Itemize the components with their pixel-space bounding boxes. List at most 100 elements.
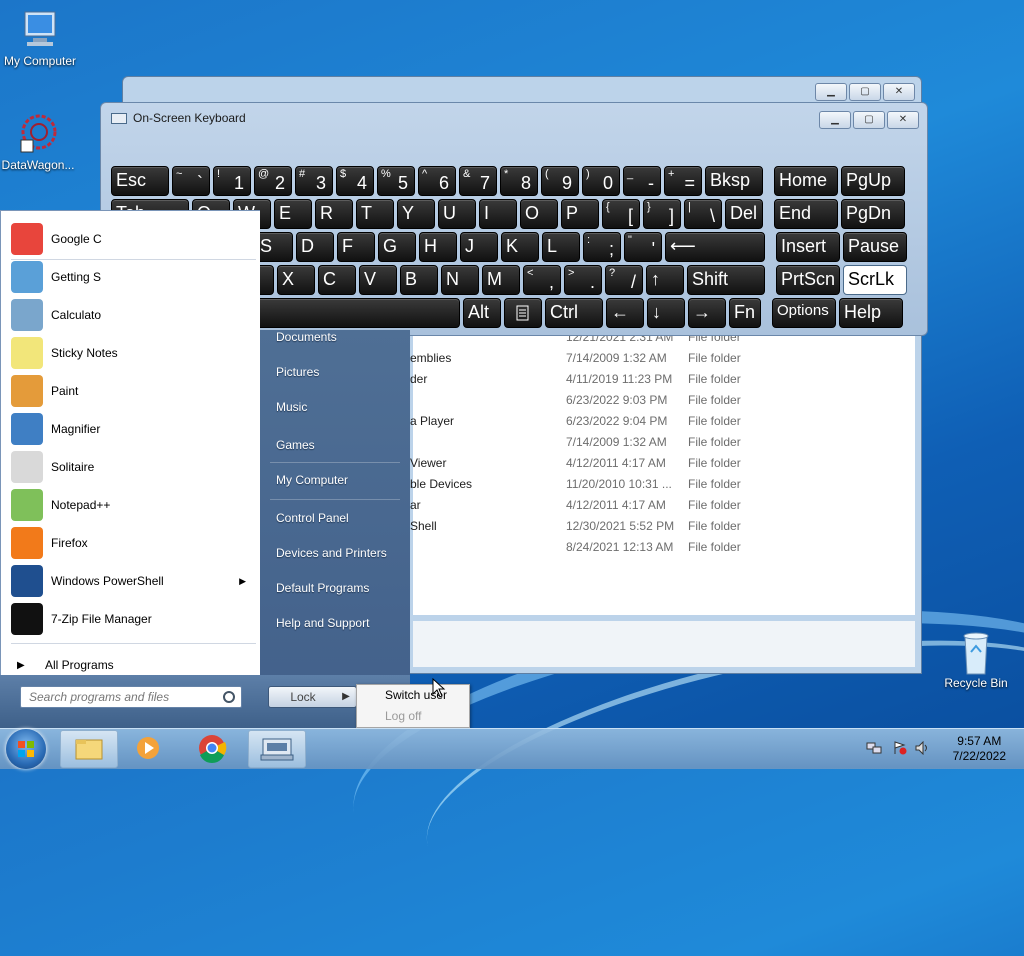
desktop-icon-datawagon[interactable]: DataWagon... xyxy=(0,112,78,172)
start-program-item[interactable]: Solitaire xyxy=(11,449,256,485)
minimize-button[interactable]: ▁ xyxy=(815,83,847,101)
key-[interactable]: ⟵ xyxy=(665,232,765,262)
volume-icon[interactable] xyxy=(914,740,930,756)
key-pgdn[interactable]: PgDn xyxy=(841,199,905,229)
key-esc[interactable]: Esc xyxy=(111,166,169,196)
key-symbol[interactable]: }] xyxy=(643,199,681,229)
key-end[interactable]: End xyxy=(774,199,838,229)
key-fn[interactable]: Fn xyxy=(729,298,761,328)
key-help[interactable]: Help xyxy=(839,298,903,328)
start-place-item[interactable]: Games xyxy=(276,438,315,452)
start-place-item[interactable]: Devices and Printers xyxy=(276,546,387,560)
start-place-item[interactable]: Default Programs xyxy=(276,581,369,595)
maximize-button[interactable]: ▢ xyxy=(853,111,885,129)
start-place-item[interactable]: Music xyxy=(276,400,307,414)
key-[interactable]: → xyxy=(688,298,726,328)
key-symbol[interactable]: ~ ` xyxy=(172,166,210,196)
start-place-item[interactable]: Documents xyxy=(276,330,337,344)
minimize-button[interactable]: ▁ xyxy=(819,111,851,129)
start-program-item[interactable]: 7-Zip File Manager xyxy=(11,601,256,637)
key-symbol[interactable]: (9 xyxy=(541,166,579,196)
key-k[interactable]: K xyxy=(501,232,539,262)
search-input[interactable]: Search programs and files xyxy=(20,686,242,708)
start-program-item[interactable]: Calculato xyxy=(11,297,256,333)
key-symbol[interactable]: ) 0 xyxy=(582,166,620,196)
start-program-item[interactable]: Magnifier xyxy=(11,411,256,447)
start-place-item[interactable]: Control Panel xyxy=(276,511,349,525)
key-[interactable]: ↑ xyxy=(646,265,684,295)
key-j[interactable]: J xyxy=(460,232,498,262)
start-program-item[interactable]: Firefox xyxy=(11,525,256,561)
system-clock[interactable]: 9:57 AM 7/22/2022 xyxy=(953,734,1006,764)
key-symbol[interactable]: $4 xyxy=(336,166,374,196)
key-l[interactable]: L xyxy=(542,232,580,262)
key-pause[interactable]: Pause xyxy=(843,232,907,262)
key-m[interactable]: M xyxy=(482,265,520,295)
key-[interactable]: ← xyxy=(606,298,644,328)
start-program-item[interactable]: Windows PowerShell ▶ xyxy=(11,563,256,599)
key-options[interactable]: Options xyxy=(772,298,836,328)
key-symbol[interactable]: * 8 xyxy=(500,166,538,196)
key-ctrl[interactable]: Ctrl xyxy=(545,298,603,328)
key-symbol[interactable]: " ' xyxy=(624,232,662,262)
taskbar-chrome-button[interactable] xyxy=(184,730,240,766)
network-icon[interactable] xyxy=(866,741,882,755)
start-program-item[interactable]: Getting S xyxy=(11,259,256,295)
key-alt[interactable]: Alt xyxy=(463,298,501,328)
key-home[interactable]: Home xyxy=(774,166,838,196)
taskbar-media-player-button[interactable] xyxy=(120,730,176,766)
key-symbol[interactable]: & 7 xyxy=(459,166,497,196)
program-label: 7-Zip File Manager xyxy=(51,612,152,626)
log-off-item[interactable]: Log off xyxy=(385,709,421,723)
key-symbol[interactable]: _ - xyxy=(623,166,661,196)
start-place-item[interactable]: Pictures xyxy=(276,365,319,379)
start-place-item[interactable]: My Computer xyxy=(276,473,348,487)
desktop-icon-my-computer[interactable]: My Computer xyxy=(0,8,80,68)
key-u[interactable]: U xyxy=(438,199,476,229)
key-symbol[interactable]: :; xyxy=(583,232,621,262)
close-button[interactable]: ✕ xyxy=(883,83,915,101)
key-symbol[interactable]: {[ xyxy=(602,199,640,229)
action-center-icon[interactable] xyxy=(892,741,908,755)
key-[interactable]: ↓ xyxy=(647,298,685,328)
desktop-icon-label: My Computer xyxy=(3,54,77,68)
start-place-item[interactable]: Help and Support xyxy=(276,616,369,630)
maximize-button[interactable]: ▢ xyxy=(849,83,881,101)
key-insert[interactable]: Insert xyxy=(776,232,840,262)
key-shift[interactable]: Shift xyxy=(687,265,765,295)
key-p[interactable]: P xyxy=(561,199,599,229)
shutdown-options-button[interactable]: ▶ xyxy=(336,686,357,708)
key-symbol[interactable]: @2 xyxy=(254,166,292,196)
key-symbol[interactable]: ! 1 xyxy=(213,166,251,196)
start-menu[interactable]: Google C Getting S Calculato Sticky Notes Pa… xyxy=(0,210,410,730)
key-i[interactable]: I xyxy=(479,199,517,229)
start-program-item[interactable]: Notepad++ xyxy=(11,487,256,523)
key-n[interactable]: N xyxy=(441,265,479,295)
key-o[interactable]: O xyxy=(520,199,558,229)
key-symbol[interactable]: | \ xyxy=(684,199,722,229)
key-del[interactable]: Del xyxy=(725,199,763,229)
taskbar-osk-button[interactable] xyxy=(248,730,306,768)
key-shift-label: % xyxy=(381,168,391,180)
key-menu[interactable] xyxy=(504,298,542,328)
desktop-icon-recycle-bin[interactable]: Recycle Bin xyxy=(936,630,1016,690)
key-symbol[interactable]: #3 xyxy=(295,166,333,196)
start-program-item[interactable]: Sticky Notes xyxy=(11,335,256,371)
key-prtscn[interactable]: PrtScn xyxy=(776,265,840,295)
key-symbol[interactable]: % 5 xyxy=(377,166,415,196)
key-scrlk[interactable]: ScrLk xyxy=(843,265,907,295)
start-program-item[interactable]: Paint xyxy=(11,373,256,409)
key-symbol[interactable]: ? / xyxy=(605,265,643,295)
key-bksp[interactable]: Bksp xyxy=(705,166,763,196)
key-symbol[interactable]: ^ 6 xyxy=(418,166,456,196)
start-program-item[interactable]: Google C xyxy=(11,221,256,257)
lock-button[interactable]: Lock xyxy=(268,686,338,708)
key-symbol[interactable]: <, xyxy=(523,265,561,295)
start-button[interactable] xyxy=(6,729,46,769)
key-symbol[interactable]: + = xyxy=(664,166,702,196)
taskbar-explorer-button[interactable] xyxy=(60,730,118,768)
key-h[interactable]: H xyxy=(419,232,457,262)
key-pgup[interactable]: PgUp xyxy=(841,166,905,196)
close-button[interactable]: ✕ xyxy=(887,111,919,129)
key-symbol[interactable]: >. xyxy=(564,265,602,295)
